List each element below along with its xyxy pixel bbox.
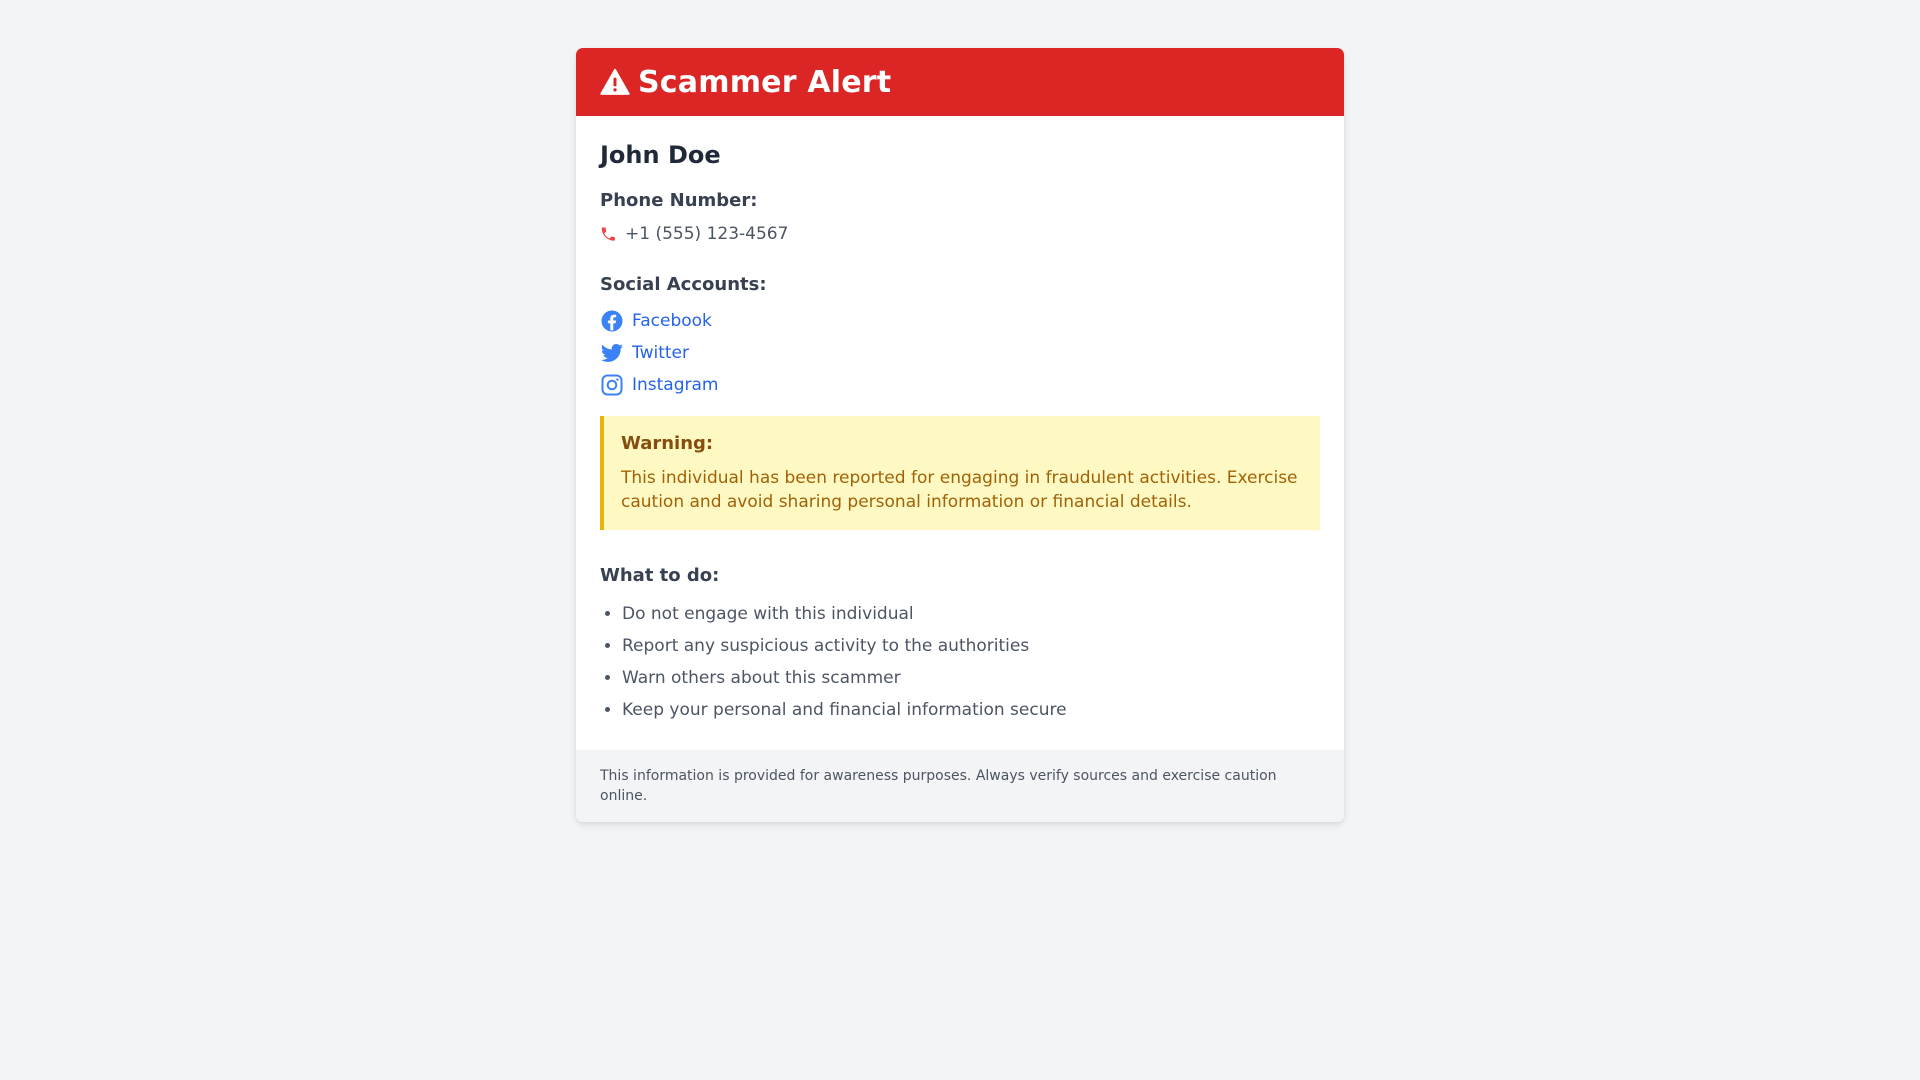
phone-icon — [600, 226, 617, 243]
social-item-instagram: Instagram — [600, 369, 1320, 401]
warning-box: Warning: This individual has been report… — [600, 416, 1320, 530]
social-accounts-list: Facebook Twitter Instagram — [600, 305, 1320, 401]
twitter-icon — [600, 341, 624, 365]
todo-item: Report any suspicious activity to the au… — [622, 630, 1320, 662]
social-item-twitter: Twitter — [600, 337, 1320, 369]
facebook-link[interactable]: Facebook — [632, 311, 712, 331]
phone-number: +1 (555) 123-4567 — [625, 224, 789, 244]
social-item-facebook: Facebook — [600, 305, 1320, 337]
todo-item: Keep your personal and financial informa… — [622, 694, 1320, 726]
phone-label: Phone Number: — [600, 190, 758, 211]
instagram-icon — [600, 373, 624, 397]
disclaimer-footer: This information is provided for awarene… — [576, 750, 1344, 822]
alert-body: John Doe Phone Number: +1 (555) 123-4567… — [576, 116, 1344, 750]
scammer-alert-card: Scammer Alert John Doe Phone Number: +1 … — [576, 48, 1344, 822]
facebook-icon — [600, 309, 624, 333]
warning-text: This individual has been reported for en… — [621, 468, 1298, 512]
page-title: Scammer Alert — [638, 64, 892, 100]
alert-header: Scammer Alert — [576, 48, 1344, 116]
warning-title: Warning: — [621, 433, 714, 454]
warning-triangle-icon — [600, 67, 630, 97]
instagram-link[interactable]: Instagram — [632, 375, 719, 395]
person-name: John Doe — [600, 141, 721, 169]
disclaimer-text: This information is provided for awarene… — [600, 768, 1277, 804]
social-label: Social Accounts: — [600, 274, 767, 295]
twitter-link[interactable]: Twitter — [632, 343, 689, 363]
phone-row: +1 (555) 123-4567 — [600, 223, 1320, 245]
todo-item: Do not engage with this individual — [622, 598, 1320, 630]
todo-item: Warn others about this scammer — [622, 662, 1320, 694]
todo-label: What to do: — [600, 565, 720, 586]
todo-list: Do not engage with this individual Repor… — [600, 598, 1320, 726]
